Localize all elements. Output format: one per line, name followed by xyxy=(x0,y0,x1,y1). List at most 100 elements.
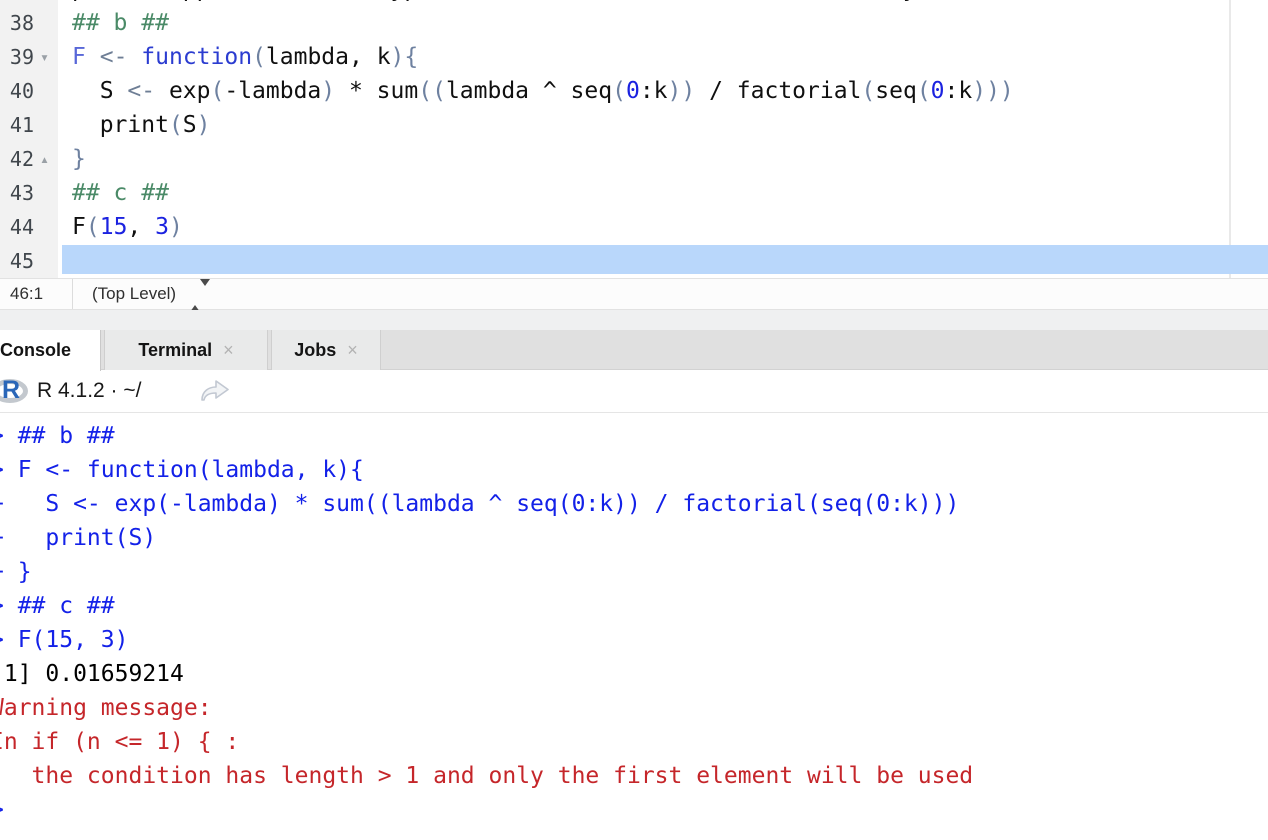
line-number: 44 xyxy=(0,210,34,244)
line-number: 39 xyxy=(0,40,34,74)
code-token: ( xyxy=(612,78,626,104)
console-line-input: + S <- exp(-lambda) * sum((lambda ^ seq(… xyxy=(0,487,1268,521)
tab-console-label: Console xyxy=(0,340,71,361)
console-line-error: In if (n <= 1) { : xyxy=(0,725,1268,759)
tab-terminal-label: Terminal xyxy=(138,340,212,361)
console-tab-bar: Console Terminal × Jobs × xyxy=(0,330,1268,370)
code-token: 15 xyxy=(100,214,128,240)
code-token: <- xyxy=(127,78,155,104)
code-token xyxy=(86,44,100,70)
console-line-output: [1] 0.01659214 xyxy=(0,657,1268,691)
show-directory-arrow-icon[interactable] xyxy=(198,378,232,409)
console-line-input: > ## c ## xyxy=(0,589,1268,623)
editor-line[interactable]: 41 print(S) xyxy=(0,108,1268,142)
tab-terminal[interactable]: Terminal × xyxy=(104,330,268,370)
code-text[interactable]: ## c ## xyxy=(72,176,169,210)
code-token: ) xyxy=(1083,0,1097,2)
scope-spinner-icon[interactable] xyxy=(190,286,210,306)
line-number: 40 xyxy=(0,74,34,108)
code-token: ){ xyxy=(391,44,419,70)
tab-jobs[interactable]: Jobs × xyxy=(271,330,381,370)
tab-console[interactable]: Console xyxy=(0,330,101,371)
code-token: :k xyxy=(640,78,668,104)
line-number: 42 xyxy=(0,142,34,176)
code-token: ( xyxy=(169,112,183,138)
close-icon[interactable]: × xyxy=(347,340,358,361)
editor-line[interactable]: 39▾ F <- function(lambda, k){ xyxy=(0,40,1268,74)
console-line-input: + print(S) xyxy=(0,521,1268,555)
console-line-input: > xyxy=(0,793,1268,827)
code-token: function xyxy=(141,44,252,70)
editor-line[interactable]: 42▴} xyxy=(0,142,1268,176)
code-token: "k" xyxy=(834,0,876,2)
code-token: ( xyxy=(917,78,931,104)
code-token: / factorial xyxy=(695,78,861,104)
code-token: , ylab = xyxy=(875,0,1000,2)
code-text[interactable]: S <- exp(-lambda) * sum((lambda ^ seq(0:… xyxy=(72,74,1014,108)
r-version-label: R 4.1.2 · ~/ xyxy=(37,379,141,403)
code-token: * sum xyxy=(335,78,418,104)
editor-line[interactable]: 43 ## c ## xyxy=(0,176,1268,210)
source-editor-pane[interactable]: plot(x, ppois(x, 15), type = "s", main =… xyxy=(0,0,1268,278)
tab-jobs-label: Jobs xyxy=(294,340,336,361)
code-token: ) xyxy=(321,78,335,104)
code-token: exp xyxy=(155,78,210,104)
code-token: print xyxy=(72,112,169,138)
console-toolbar: R R 4.1.2 · ~/ xyxy=(0,371,1268,413)
line-number: 43 xyxy=(0,176,34,210)
code-token: , main = xyxy=(515,0,640,2)
code-token: "CDF" xyxy=(640,0,709,2)
line-number: 38 xyxy=(0,6,34,40)
code-token: (( xyxy=(418,78,446,104)
console-line-input: > F(15, 3) xyxy=(0,623,1268,657)
code-text[interactable]: print(S) xyxy=(72,108,211,142)
code-text[interactable]: } xyxy=(72,142,86,176)
code-token: ## b ## xyxy=(72,10,169,36)
r-logo-letter: R xyxy=(2,376,20,405)
code-token: } xyxy=(72,146,86,172)
code-token: F xyxy=(72,214,86,240)
code-token: , xlab = xyxy=(709,0,834,2)
console-line-error: Warning message: xyxy=(0,691,1268,725)
code-token: "s" xyxy=(474,0,516,2)
editor-line[interactable]: 44 F(15, 3) xyxy=(0,210,1268,244)
fold-down-icon[interactable]: ▾ xyxy=(40,40,49,74)
code-token: "F(k)" xyxy=(1000,0,1083,2)
code-token: ) xyxy=(169,214,183,240)
code-token: S xyxy=(72,78,127,104)
code-text[interactable]: F <- function(lambda, k){ xyxy=(72,40,418,74)
editor-line[interactable]: 38 ## b ## xyxy=(0,6,1268,40)
code-token: <- xyxy=(100,44,128,70)
code-token: 15 xyxy=(307,0,335,2)
fold-up-icon[interactable]: ▴ xyxy=(40,142,49,176)
editor-status-bar: 46:1 (Top Level) xyxy=(0,278,1268,310)
code-token: )) xyxy=(668,78,696,104)
code-token: :k xyxy=(945,78,973,104)
code-token: ( xyxy=(86,214,100,240)
code-token: lambda ^ seq xyxy=(446,78,612,104)
code-text[interactable]: F(15, 3) xyxy=(72,210,183,244)
code-token: -lambda xyxy=(224,78,321,104)
code-token: lambda, k xyxy=(266,44,391,70)
close-icon[interactable]: × xyxy=(223,340,234,361)
editor-line[interactable]: 40 S <- exp(-lambda) * sum((lambda ^ seq… xyxy=(0,74,1268,108)
editor-line[interactable]: 45 xyxy=(0,244,1268,278)
console-output[interactable]: > ## b ##> F <- function(lambda, k){+ S … xyxy=(0,413,1268,827)
code-token: ) xyxy=(197,112,211,138)
console-line-error: the condition has length > 1 and only th… xyxy=(0,759,1268,793)
status-divider xyxy=(72,279,73,309)
console-line-input: + } xyxy=(0,555,1268,589)
code-text[interactable]: ## b ## xyxy=(72,6,169,40)
cursor-position: 46:1 xyxy=(10,284,43,304)
code-token: F xyxy=(72,44,86,70)
line-number: 41 xyxy=(0,108,34,142)
code-token: plot(x, ppois(x, xyxy=(72,0,307,2)
scope-selector[interactable]: (Top Level) xyxy=(92,284,176,304)
pane-separator[interactable] xyxy=(0,310,1268,330)
console-line-input: > F <- function(lambda, k){ xyxy=(0,453,1268,487)
code-token xyxy=(127,44,141,70)
code-token: S xyxy=(183,112,197,138)
code-token: ( xyxy=(861,78,875,104)
code-token: ( xyxy=(210,78,224,104)
code-token: ))) xyxy=(972,78,1014,104)
